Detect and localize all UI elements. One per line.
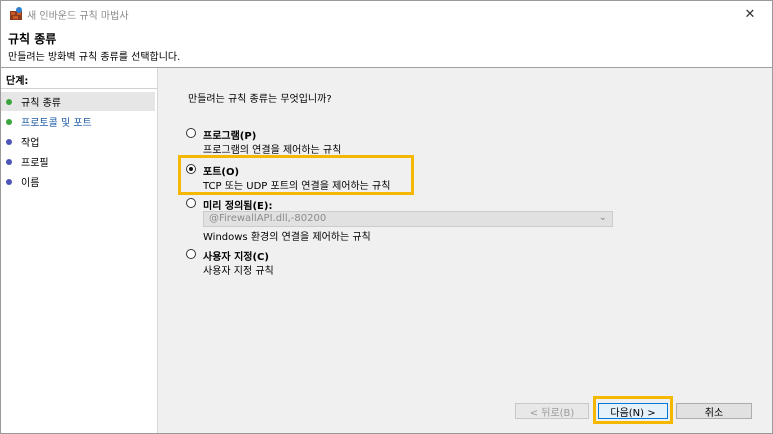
- step-protocol-ports[interactable]: 프로토콜 및 포트: [1, 112, 155, 131]
- step-label: 이름: [21, 178, 40, 189]
- wizard-window: 새 인바운드 규칙 마법사 ✕ 규칙 종류 만들려는 방화벽 규칙 종류를 선택…: [0, 0, 773, 434]
- main-pane: 만들려는 규칙 종류는 무엇입니까? 프로그램(P) 프로그램의 연결을 제어하…: [158, 68, 772, 433]
- step-label: 작업: [21, 138, 40, 149]
- step-status-dot-icon: [6, 158, 12, 165]
- wizard-header: 규칙 종류 만들려는 방화벽 규칙 종류를 선택합니다.: [1, 27, 772, 67]
- rule-type-question: 만들려는 규칙 종류는 무엇입니까?: [188, 94, 332, 105]
- step-label: 규칙 종류: [21, 98, 61, 109]
- option-title: 미리 정의됨(E):: [203, 201, 273, 212]
- chevron-down-icon: ⌄: [598, 212, 607, 223]
- steps-pane: 단계: 규칙 종류 프로토콜 및 포트 작업 프로필 이름: [1, 68, 158, 433]
- step-rule-type: 규칙 종류: [1, 92, 155, 111]
- step-label: 프로필: [21, 158, 49, 169]
- step-status-dot-icon: [6, 178, 12, 185]
- step-name: 이름: [1, 172, 155, 191]
- step-status-dot-icon: [6, 118, 12, 125]
- wizard-body: 단계: 규칙 종류 프로토콜 및 포트 작업 프로필 이름 만들려는 규칙 종류…: [1, 68, 772, 433]
- radio-program[interactable]: [186, 128, 196, 138]
- option-title: 포트(O): [203, 167, 240, 178]
- cancel-button[interactable]: 취소: [676, 403, 752, 419]
- option-description: 사용자 지정 규칙: [203, 266, 274, 277]
- radio-port[interactable]: [186, 164, 196, 174]
- option-description: 프로그램의 연결을 제어하는 규칙: [203, 145, 342, 156]
- steps-divider: [1, 88, 157, 89]
- option-description: TCP 또는 UDP 포트의 연결을 제어하는 규칙: [203, 181, 391, 192]
- next-button[interactable]: 다음(N) >: [598, 403, 668, 419]
- step-status-dot-icon: [6, 138, 12, 145]
- combo-value: @FirewallAPI.dll,-80200: [209, 213, 327, 224]
- step-label: 프로토콜 및 포트: [21, 118, 92, 129]
- step-action: 작업: [1, 132, 155, 151]
- close-icon: ✕: [744, 6, 756, 22]
- close-button[interactable]: ✕: [728, 1, 772, 27]
- predefined-rule-combo: @FirewallAPI.dll,-80200 ⌄: [203, 211, 613, 227]
- radio-predefined[interactable]: [186, 198, 196, 208]
- option-title: 사용자 지정(C): [203, 252, 269, 263]
- predefined-description: Windows 환경의 연결을 제어하는 규칙: [203, 232, 371, 243]
- window-title: 새 인바운드 규칙 마법사: [27, 11, 129, 22]
- step-status-dot-icon: [6, 98, 12, 105]
- option-title: 프로그램(P): [203, 131, 257, 142]
- back-button: < 뒤로(B): [515, 403, 589, 419]
- radio-custom[interactable]: [186, 249, 196, 259]
- steps-heading: 단계:: [6, 76, 29, 87]
- firewall-app-icon: [10, 7, 22, 20]
- page-title: 규칙 종류: [8, 32, 57, 46]
- page-subtitle: 만들려는 방화벽 규칙 종류를 선택합니다.: [8, 52, 181, 63]
- step-profile: 프로필: [1, 152, 155, 171]
- title-bar: 새 인바운드 규칙 마법사 ✕: [1, 1, 772, 27]
